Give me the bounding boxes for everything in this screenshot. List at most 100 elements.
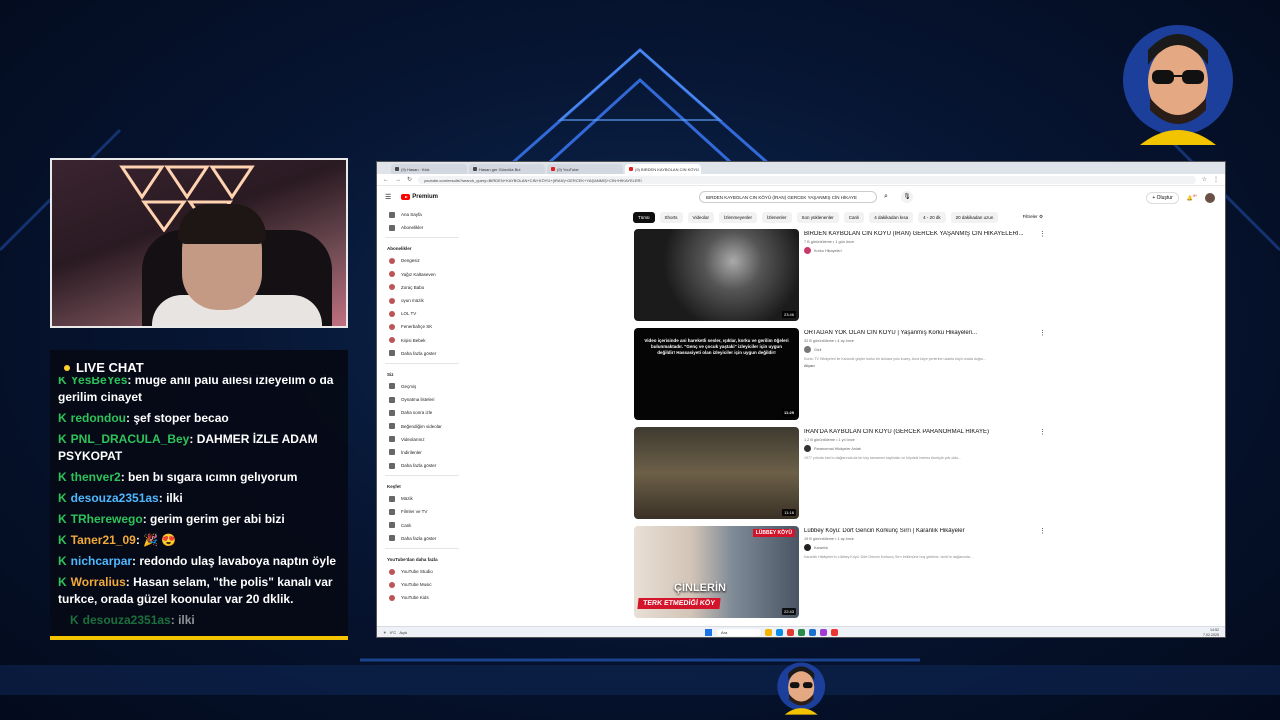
sidebar-item-history[interactable]: Geçmiş (377, 380, 467, 393)
sidebar-item-playlists[interactable]: Oynatma listeleri (377, 393, 467, 406)
browser-tab-active[interactable]: (9) BIRDEN KAYBOLAN CIN KÖYÜ (625, 164, 701, 174)
notifications-bell-icon[interactable]: 🔔9+ (1187, 194, 1197, 202)
more-options-icon[interactable]: ⋮ (1039, 230, 1046, 238)
chat-username[interactable]: desouza2351as (71, 491, 159, 505)
divider (385, 237, 459, 239)
chrome-icon[interactable] (831, 629, 838, 636)
video-result[interactable]: LÜBBEY KÖYÜ ÇİNLERİN TERK ETMEDİĞİ KÖY 2… (633, 524, 1053, 623)
chip-under-4[interactable]: 4 dakikadan kısa (869, 212, 914, 223)
app-icon[interactable] (820, 629, 827, 636)
channel-info[interactable]: Paranormal Hikâyeler Anlatı (804, 445, 861, 452)
channel-info[interactable]: Gizli (804, 346, 821, 353)
chat-username[interactable]: TRherewego (71, 512, 143, 526)
chip-all[interactable]: Tümü (633, 212, 655, 223)
chip-shorts[interactable]: Shorts (659, 212, 683, 223)
sidebar-channel[interactable]: Yağız Kaltaseven (377, 268, 467, 281)
chip-over-20[interactable]: 20 dakikadan uzun (950, 212, 999, 223)
create-button[interactable]: + Oluştur (1146, 192, 1179, 204)
browser-tab[interactable]: (9) Hasan ∙ Kick (391, 164, 467, 174)
edge-icon[interactable] (776, 629, 783, 636)
sidebar-channel[interactable]: LOL TV (377, 307, 467, 320)
app-icon[interactable] (809, 629, 816, 636)
sidebar-item-subscriptions[interactable]: Abonelikler (377, 221, 467, 234)
sidebar-item-music-app[interactable]: YouTube Music (377, 578, 467, 591)
chip-watched[interactable]: İzlenenler (761, 212, 792, 223)
forward-arrow-icon[interactable]: → (395, 177, 401, 183)
weather-widget[interactable]: ☀ 9°C Açık (383, 630, 407, 635)
sidebar-channel[interactable]: Dengesiz (377, 254, 467, 267)
more-options-icon[interactable]: ⋮ (1039, 329, 1046, 337)
sidebar-show-more[interactable]: Daha fazla göster (377, 459, 467, 472)
video-thumbnail[interactable]: Video içerisinde ani hareketli sesler, ı… (634, 328, 799, 420)
hamburger-menu-icon[interactable]: ☰ (385, 193, 391, 201)
more-options-icon[interactable]: ⋮ (1039, 527, 1046, 535)
sidebar-section-you[interactable]: Siz (377, 369, 467, 380)
sidebar-section-subscriptions[interactable]: Abonelikler (377, 243, 467, 254)
taskbar-clock[interactable]: 14:52 7.02.2025 (1203, 628, 1219, 637)
chat-username[interactable]: redondou (71, 411, 126, 425)
bookmark-star-icon[interactable]: ☆ (1202, 176, 1207, 183)
search-input[interactable]: BIRDEN KAYBOLAN CIN KÖYÜ (İRAN) GERCEK Y… (699, 191, 877, 203)
sidebar-channel[interactable]: Zoraç Babo (377, 281, 467, 294)
sidebar-channel[interactable]: Kişisi Bebek (377, 334, 467, 347)
chat-username[interactable]: Worralius (71, 575, 126, 589)
sidebar-item-movies[interactable]: Filmler ve TV (377, 505, 467, 518)
chip-unwatched[interactable]: İzlenmeyenler (718, 212, 757, 223)
video-title[interactable]: Lübbey Köyü: Dört Gencin Korkunç Sırrı |… (804, 528, 1034, 534)
video-result[interactable]: 11:16 İRAN'DA KAYBOLAN CIN KÖYÜ (GERCEK … (633, 425, 1053, 524)
sidebar-item-live[interactable]: Canlı (377, 519, 467, 532)
browser-tab[interactable]: (9) YouTube (547, 164, 623, 174)
sidebar-channel[interactable]: oyun müzik (377, 294, 467, 307)
app-icon[interactable] (798, 629, 805, 636)
chip-recent[interactable]: Son yüklenenler (796, 212, 839, 223)
chat-messages[interactable]: K YesBeYes: müge anlı palu ailesi izleyel… (50, 372, 348, 633)
sidebar-item-home[interactable]: Ana Sayfa (377, 208, 467, 221)
more-options-icon[interactable]: ⋮ (1039, 428, 1046, 436)
chip-videos[interactable]: Videolar (687, 212, 714, 223)
sidebar-item-music[interactable]: Müzik (377, 492, 467, 505)
video-thumbnail[interactable]: 23:46 (634, 229, 799, 321)
video-title[interactable]: İRAN'DA KAYBOLAN CIN KÖYÜ (GERCEK PARANO… (804, 429, 1034, 435)
sidebar-item-liked[interactable]: Beğendiğim videolar (377, 419, 467, 432)
app-icon[interactable] (787, 629, 794, 636)
chip-live[interactable]: Canlı (843, 212, 865, 223)
chat-username[interactable]: PNL_DRACULA_Bey (71, 432, 190, 446)
reload-icon[interactable]: ↻ (407, 176, 412, 183)
streamer-avatar-small (777, 662, 826, 715)
profile-avatar[interactable] (1205, 193, 1215, 203)
sidebar-item-watch-later[interactable]: Daha sonra izle (377, 406, 467, 419)
chat-username[interactable]: desouza2351as (83, 613, 171, 627)
channel-info[interactable]: Korku Hikayeleri (804, 247, 842, 254)
browser-tab[interactable]: Hasan ger Güncüla Bul (469, 164, 545, 174)
chat-username[interactable]: nichcarpar (71, 554, 132, 568)
sidebar-item-downloads[interactable]: İndirilenler (377, 446, 467, 459)
url-field[interactable]: youtube.com/results?search_query=BIRDEN+… (418, 175, 1196, 184)
thumbnail-banner-text: TERK ETMEDİĞİ KÖY (637, 598, 721, 609)
windows-start-icon[interactable] (705, 629, 712, 636)
sidebar-item-studio[interactable]: YouTube Studio (377, 565, 467, 578)
video-title[interactable]: BIRDEN KAYBOLAN CIN KÖYÜ (İRAN) GERCEK Y… (804, 231, 1034, 237)
sidebar-show-more[interactable]: Daha fazla göster (377, 532, 467, 545)
sidebar-show-more[interactable]: Daha fazla göster (377, 347, 467, 360)
taskbar-search[interactable]: Ara (717, 629, 761, 636)
sidebar-channel[interactable]: Fenerbahçe SK (377, 320, 467, 333)
browser-menu-icon[interactable]: ⋮ (1213, 176, 1219, 183)
video-title[interactable]: ORTADAN YOK OLAN CIN KÖYÜ | Yaşanmış Kor… (804, 330, 1034, 336)
youtube-premium-logo[interactable]: Premium (401, 194, 438, 200)
sidebar-item-kids[interactable]: YouTube Kids (377, 591, 467, 604)
chat-text: : şef stoper becao (126, 411, 229, 425)
search-icon[interactable]: ⌕ (879, 191, 893, 203)
chat-username[interactable]: thenver2 (71, 470, 121, 484)
filters-button[interactable]: Filtreler ⚙ (1023, 214, 1043, 220)
video-thumbnail[interactable]: 11:16 (634, 427, 799, 519)
chip-4-20[interactable]: 4 - 20 dk (918, 212, 946, 223)
sidebar-item-your-videos[interactable]: Videolarınız (377, 433, 467, 446)
file-explorer-icon[interactable] (765, 629, 772, 636)
back-arrow-icon[interactable]: ← (383, 177, 389, 183)
microphone-icon[interactable]: 🎙 (901, 191, 913, 203)
video-result[interactable]: Video içerisinde ani hareketli sesler, ı… (633, 326, 1053, 425)
channel-info[interactable]: Karanlık (804, 544, 828, 551)
video-result[interactable]: 23:46 BIRDEN KAYBOLAN CIN KÖYÜ (İRAN) GE… (633, 227, 1053, 326)
chat-username[interactable]: Taner21_09 (71, 533, 136, 547)
video-thumbnail[interactable]: LÜBBEY KÖYÜ ÇİNLERİN TERK ETMEDİĞİ KÖY 2… (634, 526, 799, 618)
